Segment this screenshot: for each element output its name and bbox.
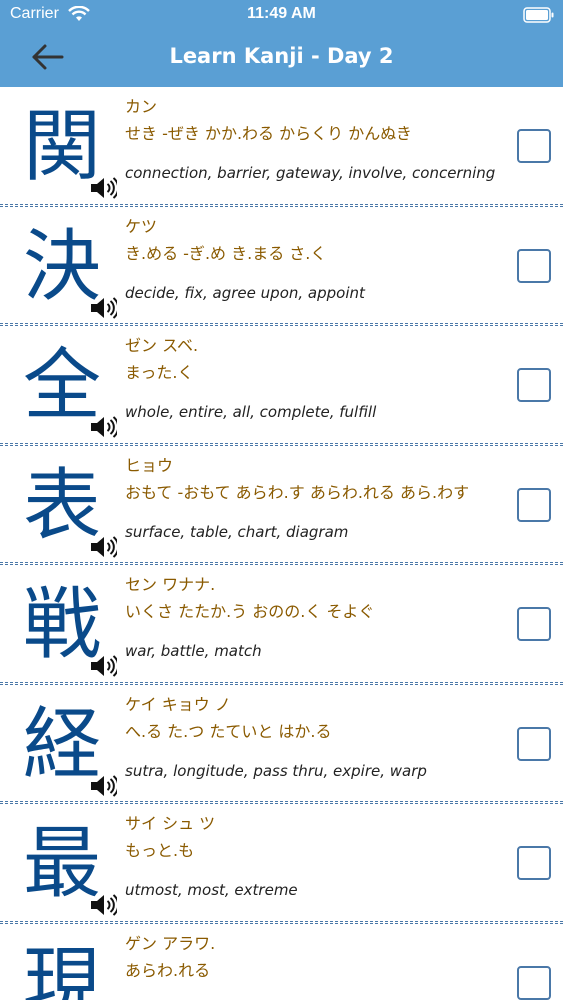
app-header: Carrier 11:49 AM Learn Kanji - Day 2 — [0, 0, 563, 87]
kanji-character: 現 — [22, 938, 101, 1000]
learned-checkbox[interactable] — [517, 726, 551, 761]
kun-reading: せき -ぜき かか.わる からくり かんぬき — [125, 124, 412, 143]
battery-icon — [523, 7, 554, 23]
speaker-icon[interactable] — [89, 653, 117, 679]
kun-reading: あらわ.れる — [125, 960, 211, 980]
kanji-meaning: utmost, most, extreme — [125, 881, 298, 899]
on-reading: ヒョウ — [125, 455, 174, 475]
speaker-icon[interactable] — [89, 414, 117, 440]
kanji-row[interactable]: 関 カン せき -ぜき かか.わる からくり かんぬき connection, … — [0, 87, 563, 207]
speaker-icon[interactable] — [89, 175, 117, 201]
page-title: Learn Kanji - Day 2 — [169, 44, 394, 68]
nav-bar: Learn Kanji - Day 2 — [0, 30, 563, 87]
kun-reading: もっと.も — [125, 841, 195, 860]
kanji-meaning: connection, barrier, gateway, involve, c… — [125, 164, 496, 182]
status-bar: Carrier 11:49 AM — [0, 0, 563, 30]
kanji-row[interactable]: 最 サイ シュ ツ もっと.も utmost, most, extreme — [0, 804, 563, 924]
kanji-meaning: war, battle, match — [125, 642, 262, 660]
on-reading: ゼン スベ. — [125, 336, 199, 355]
kanji-meaning: decide, fix, agree upon, appoint — [125, 283, 365, 302]
status-time: 11:49 AM — [247, 5, 316, 22]
kun-reading: おもて -おもて あらわ.す あらわ.れる あら.わす — [125, 482, 470, 502]
speaker-icon[interactable] — [89, 534, 117, 560]
speaker-icon[interactable] — [89, 295, 117, 321]
speaker-icon[interactable] — [89, 773, 117, 799]
learned-checkbox[interactable] — [517, 965, 551, 1000]
kanji-meaning: surface, table, chart, diagram — [125, 522, 349, 541]
kanji-row[interactable]: 現 ゲン アラワ. あらわ.れる — [0, 924, 563, 1000]
on-reading: ゲン アラワ. — [125, 933, 216, 953]
kun-reading: へ.る た.つ たていと はか.る — [125, 721, 332, 741]
learned-checkbox[interactable] — [517, 129, 551, 163]
learned-checkbox[interactable] — [517, 607, 551, 641]
kun-reading: き.める -ぎ.め き.まる さ.く — [125, 243, 327, 263]
kun-reading: いくさ たたか.う おのの.く そよぐ — [125, 602, 375, 621]
speaker-icon[interactable] — [89, 892, 117, 918]
kun-reading: まった.く — [125, 363, 194, 382]
on-reading: カン — [125, 97, 158, 116]
on-reading: ケイ キョウ ノ — [125, 694, 231, 714]
kanji-row[interactable]: 決 ケツ き.める -ぎ.め き.まる さ.く decide, fix, agr… — [0, 207, 563, 326]
on-reading: ケツ — [125, 216, 158, 236]
kanji-row[interactable]: 戦 セン ワナナ. いくさ たたか.う おのの.く そよぐ war, battl… — [0, 565, 563, 685]
kanji-meaning: whole, entire, all, complete, fulfill — [125, 403, 377, 421]
learned-checkbox[interactable] — [517, 368, 551, 402]
learned-checkbox[interactable] — [517, 248, 551, 283]
learned-checkbox[interactable] — [517, 487, 551, 522]
kanji-row[interactable]: 全 ゼン スベ. まった.く whole, entire, all, compl… — [0, 326, 563, 446]
learned-checkbox[interactable] — [517, 846, 551, 880]
kanji-list: 関 カン せき -ぜき かか.わる からくり かんぬき connection, … — [0, 87, 563, 1000]
on-reading: サイ シュ ツ — [125, 814, 216, 833]
kanji-row[interactable]: 表 ヒョウ おもて -おもて あらわ.す あらわ.れる あら.わす surfac… — [0, 446, 563, 565]
kanji-meaning: sutra, longitude, pass thru, expire, war… — [125, 761, 427, 780]
kanji-row[interactable]: 経 ケイ キョウ ノ へ.る た.つ たていと はか.る sutra, long… — [0, 685, 563, 804]
on-reading: セン ワナナ. — [125, 575, 216, 594]
